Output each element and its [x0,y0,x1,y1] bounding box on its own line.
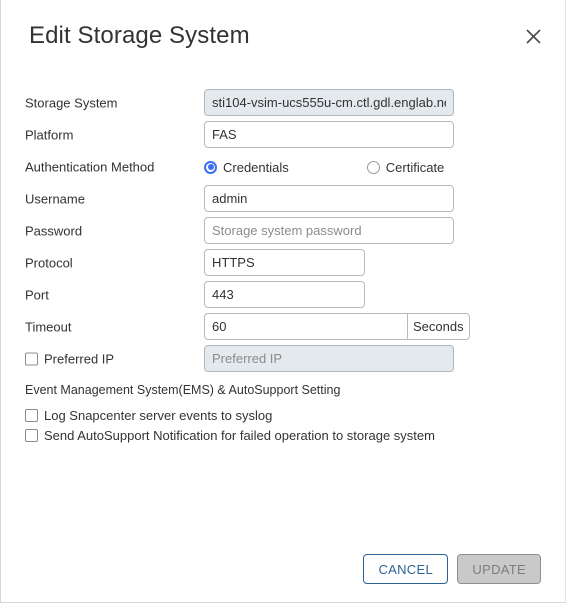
protocol-control [204,249,365,276]
radio-selected-icon [204,160,217,174]
preferred-ip-control [204,345,454,372]
platform-control [204,121,454,148]
checkbox-unchecked-icon [25,352,38,366]
dialog-header: Edit Storage System [1,0,565,72]
timeout-input[interactable] [204,313,407,340]
row-protocol: Protocol [1,249,565,277]
preferred-ip-checkbox[interactable]: Preferred IP [25,352,114,367]
row-preferred-ip: Preferred IP [1,345,565,373]
platform-input[interactable] [204,121,454,148]
timeout-label: Timeout [25,319,72,335]
timeout-group: Seconds [204,313,470,340]
checkbox-send-autosupport-label: Send AutoSupport Notification for failed… [44,428,435,443]
protocol-input[interactable] [204,249,365,276]
port-input[interactable] [204,281,365,308]
dialog-body: Storage System Platform Authentication M… [1,72,565,602]
authentication-method-label: Authentication Method [25,159,155,175]
page-title: Edit Storage System [29,22,250,49]
port-label: Port [25,287,49,303]
radio-unselected-icon [366,160,380,174]
ems-section-title: Event Management System(EMS) & AutoSuppo… [25,383,341,397]
username-control [204,185,454,212]
password-input[interactable] [204,217,454,244]
row-platform: Platform [1,121,565,149]
checkbox-log-events-label: Log Snapcenter server events to syslog [44,408,273,423]
checkbox-send-autosupport-notification[interactable]: Send AutoSupport Notification for failed… [25,428,435,443]
platform-label: Platform [25,127,74,143]
edit-storage-system-dialog: Edit Storage System Storage System Platf… [0,0,566,603]
authentication-method-radio-group: Credentials Certificate [204,153,459,181]
preferred-ip-label: Preferred IP [44,351,115,367]
password-label: Password [25,223,83,239]
dialog-footer: CANCEL UPDATE [1,540,565,602]
radio-certificate-label: Certificate [385,159,445,175]
row-storage-system: Storage System [1,89,565,117]
storage-system-control [204,89,454,116]
username-input[interactable] [204,185,454,212]
row-timeout: Timeout Seconds [1,313,565,341]
password-control [204,217,454,244]
checkbox-unchecked-icon [25,429,38,442]
row-authentication-method: Authentication Method Credentials Certif… [1,153,565,181]
update-button[interactable]: UPDATE [457,554,541,584]
radio-certificate[interactable]: Certificate [366,159,445,175]
close-icon[interactable] [521,24,545,48]
preferred-ip-input[interactable] [204,345,454,372]
checkbox-log-events-to-syslog[interactable]: Log Snapcenter server events to syslog [25,408,272,423]
checkbox-unchecked-icon [25,409,38,422]
protocol-label: Protocol [25,255,73,271]
row-port: Port [1,281,565,309]
radio-credentials[interactable]: Credentials [204,160,289,175]
storage-system-input[interactable] [204,89,454,116]
username-label: Username [25,191,85,207]
cancel-button[interactable]: CANCEL [363,554,448,584]
row-username: Username [1,185,565,213]
radio-credentials-label: Credentials [223,159,289,175]
row-password: Password [1,217,565,245]
timeout-control: Seconds [204,313,470,340]
port-control [204,281,365,308]
timeout-unit-label: Seconds [407,313,470,340]
storage-system-label: Storage System [25,95,118,111]
